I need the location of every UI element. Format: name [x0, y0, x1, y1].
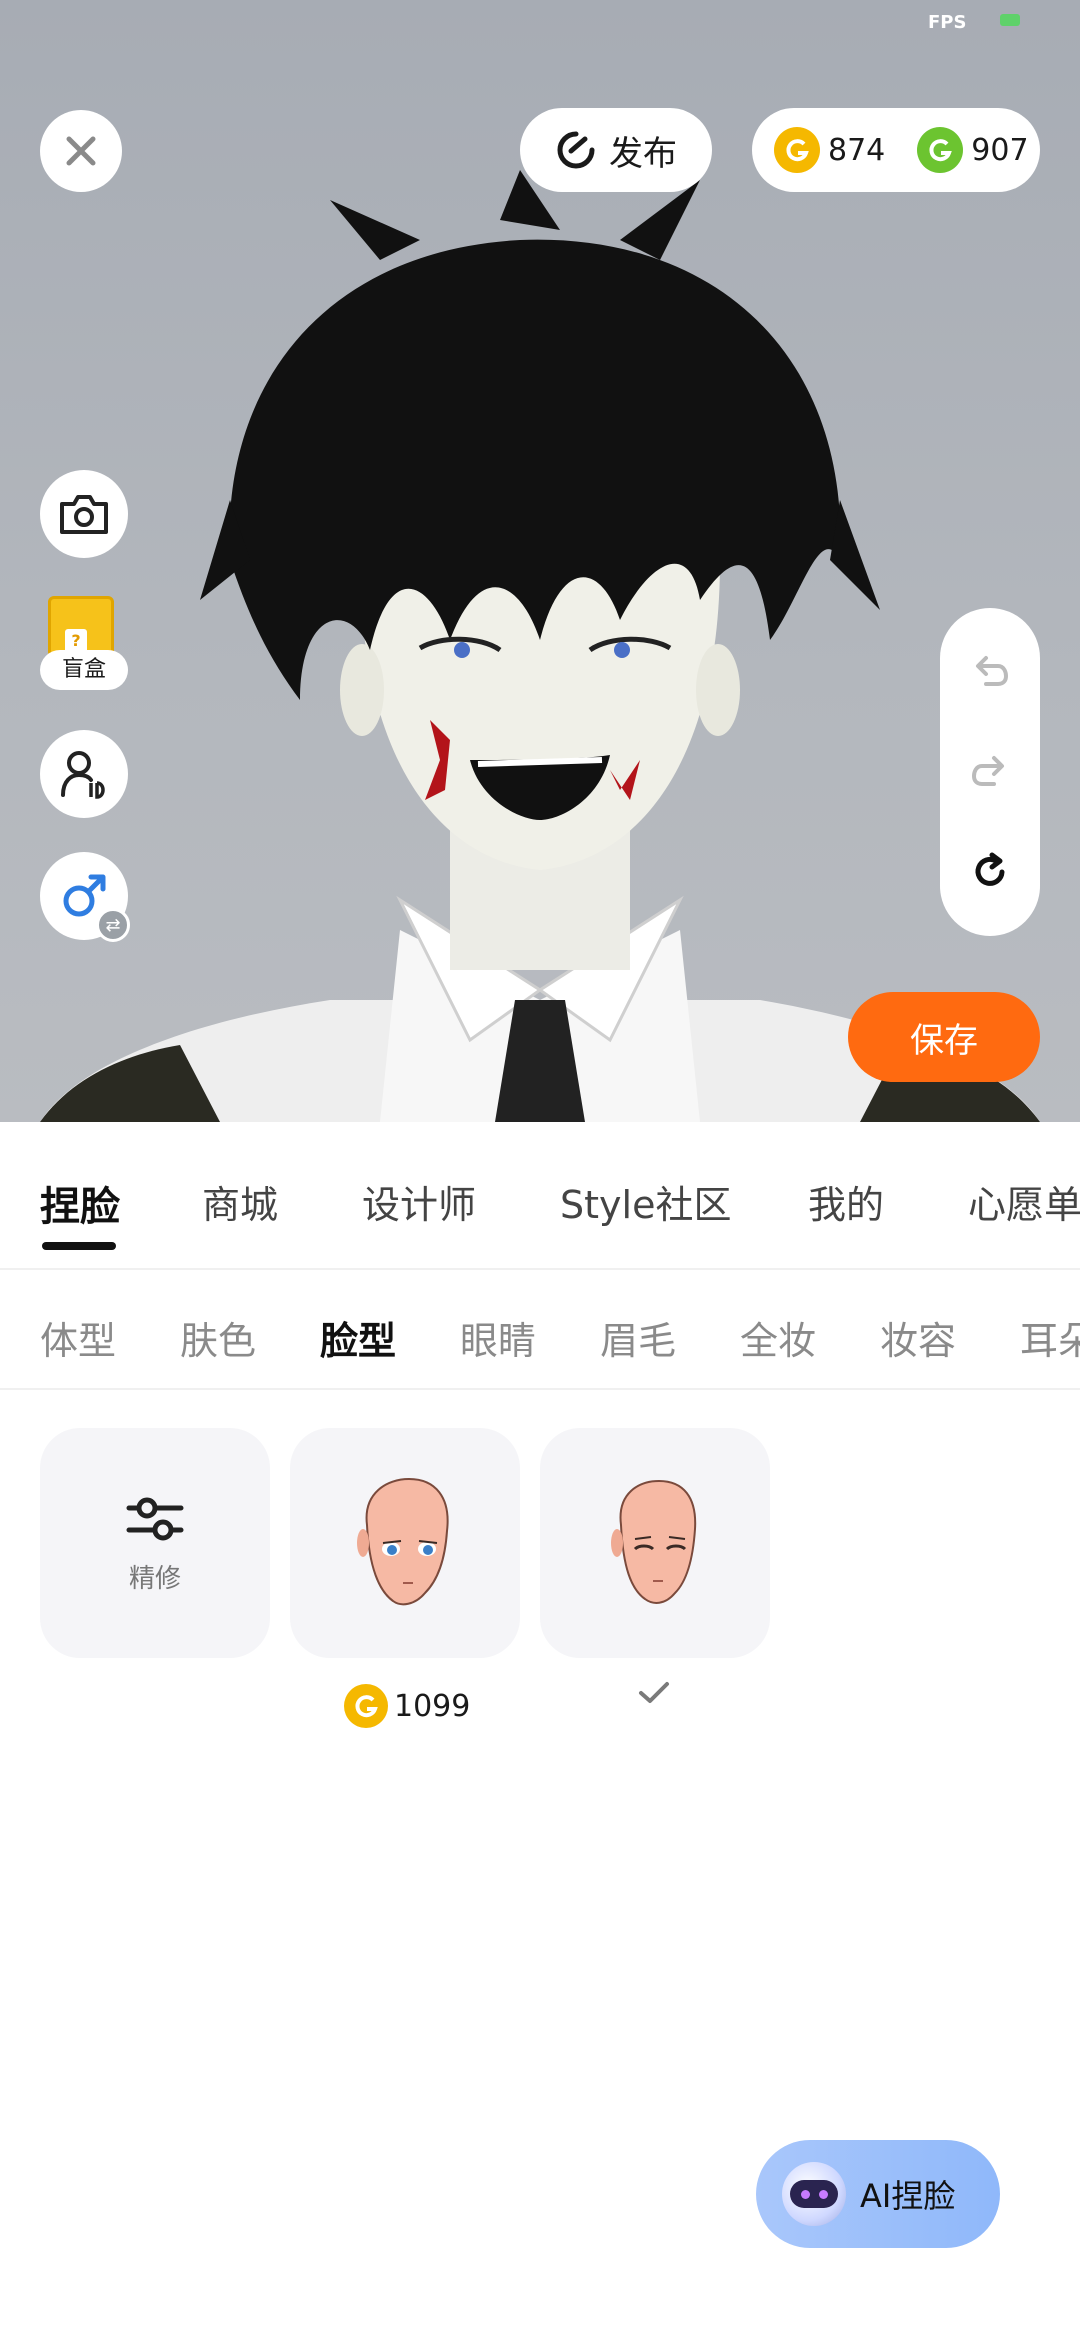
- user-id-icon: [61, 751, 105, 799]
- category-full-makeup[interactable]: 全妆: [740, 1310, 816, 1365]
- user-id-button[interactable]: [40, 730, 128, 818]
- swap-icon: ⇄: [96, 908, 130, 942]
- camera-icon: [60, 495, 108, 534]
- publish-label: 发布: [609, 133, 677, 174]
- category-eyes[interactable]: 眼睛: [460, 1310, 536, 1365]
- history-controls: [940, 608, 1040, 936]
- redo-icon[interactable]: [970, 752, 1010, 792]
- tab-store[interactable]: 商城: [202, 1174, 278, 1229]
- gold-coin-count: 874: [828, 132, 886, 168]
- fps-status-dot: [1000, 14, 1020, 26]
- green-coin-count: 907: [971, 132, 1029, 168]
- face-shape-price: 1099: [344, 1684, 470, 1728]
- face-preview-image: [357, 1477, 449, 1606]
- fps-indicator: FPS: [928, 12, 967, 33]
- green-coin-icon: [917, 127, 964, 173]
- gender-switch-button[interactable]: ⇄: [40, 852, 130, 942]
- ai-face-button[interactable]: AI捏脸: [756, 2140, 1000, 2248]
- camera-button[interactable]: [40, 470, 128, 558]
- publish-button[interactable]: 发布: [520, 108, 712, 192]
- category-face-shape[interactable]: 脸型: [320, 1310, 396, 1365]
- check-icon: [639, 1682, 669, 1703]
- close-button[interactable]: [40, 110, 122, 192]
- category-tab-bar: 体型 肤色 脸型 眼睛 眉毛 全妆 妆容 耳朵: [0, 1270, 1080, 1388]
- currency-balance[interactable]: 874 907: [752, 108, 1040, 192]
- close-icon: [66, 136, 96, 166]
- face-preview-image: [611, 1479, 697, 1604]
- tab-style-community[interactable]: Style社区: [560, 1174, 731, 1229]
- blind-box-button[interactable]: ? 盲盒: [38, 596, 130, 696]
- blind-box-label: 盲盒: [40, 650, 128, 690]
- gold-coin-icon: [344, 1684, 388, 1728]
- active-tab-indicator: [42, 1242, 116, 1250]
- category-body-type[interactable]: 体型: [40, 1310, 116, 1365]
- reset-icon[interactable]: [970, 852, 1010, 892]
- tab-face-sculpt[interactable]: 捏脸: [40, 1174, 120, 1232]
- undo-icon[interactable]: [970, 652, 1010, 692]
- face-shape-option[interactable]: [290, 1428, 520, 1658]
- tab-designer[interactable]: 设计师: [362, 1174, 476, 1229]
- blind-box-icon: ?: [48, 596, 114, 658]
- tab-wishlist[interactable]: 心愿单: [968, 1174, 1080, 1229]
- avatar-preview[interactable]: FPS 发布 874 907 ? 盲盒 ⇄ 保存: [0, 0, 1080, 1122]
- main-tab-bar: 捏脸 商城 设计师 Style社区 我的 心愿单: [0, 1122, 1080, 1268]
- category-makeup[interactable]: 妆容: [880, 1310, 956, 1365]
- tab-mine[interactable]: 我的: [808, 1174, 884, 1229]
- category-skin-tone[interactable]: 肤色: [180, 1310, 256, 1365]
- refine-label: 精修: [128, 1563, 181, 1594]
- category-divider: [0, 1388, 1080, 1390]
- refine-button[interactable]: 精修: [40, 1428, 270, 1658]
- sliders-icon: [126, 1497, 184, 1540]
- face-shape-option-selected[interactable]: [540, 1428, 770, 1658]
- price-value: 1099: [394, 1688, 471, 1724]
- gold-coin-icon: [774, 127, 820, 173]
- ai-face-label: AI捏脸: [860, 2177, 956, 2215]
- ai-robot-icon: [782, 2162, 846, 2226]
- save-button[interactable]: 保存: [848, 992, 1040, 1082]
- publish-refresh-icon: [557, 131, 595, 169]
- category-ears[interactable]: 耳朵: [1020, 1310, 1080, 1365]
- category-eyebrows[interactable]: 眉毛: [600, 1310, 676, 1365]
